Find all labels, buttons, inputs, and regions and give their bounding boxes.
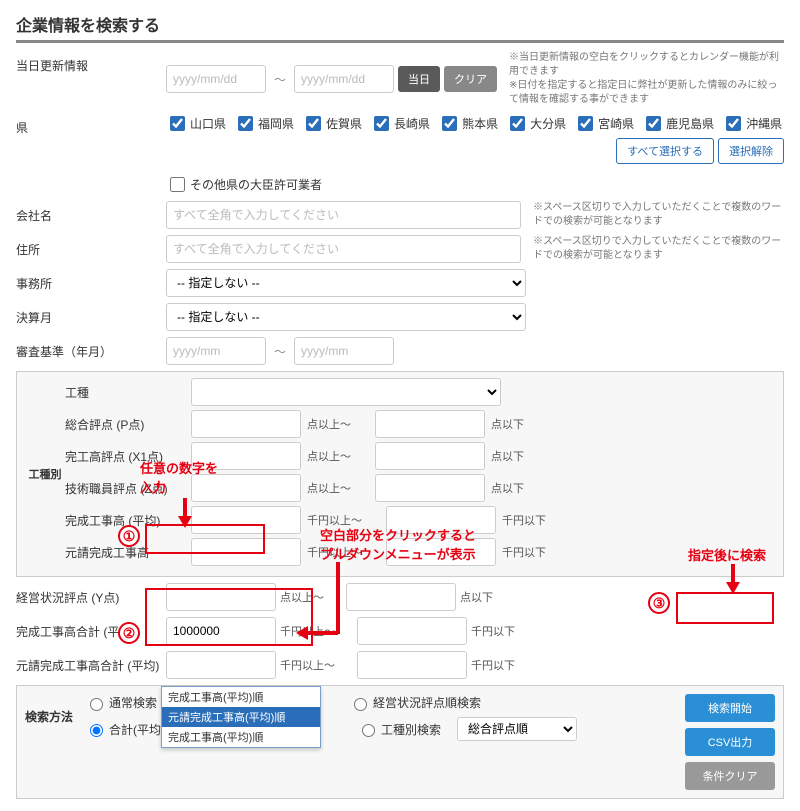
prefecture-checkbox-8[interactable]: 沖縄県 — [722, 113, 782, 134]
closing-label: 決算月 — [16, 303, 166, 326]
address-note: ※スペース区切りで入力していただくことで複数のワードでの検索が可能となります — [533, 235, 784, 263]
construction-label: 工種 — [65, 384, 185, 401]
typebox-row-0-low[interactable] — [191, 410, 301, 438]
prefecture-checkbox-0[interactable]: 山口県 — [166, 113, 226, 134]
prefecture-checkbox-2[interactable]: 佐賀県 — [302, 113, 362, 134]
pref-label: 県 — [16, 113, 166, 136]
bytype-order-select[interactable]: 総合評点順 — [457, 717, 577, 741]
below-0-high[interactable] — [346, 583, 456, 611]
typebox-row-4-low[interactable] — [191, 538, 301, 566]
prefecture-checkbox-group: 山口県 福岡県 佐賀県 長崎県 熊本県 大分県 宮崎県 鹿児島県 沖縄県 — [166, 113, 782, 134]
prefecture-checkbox-7[interactable]: 鹿児島県 — [642, 113, 714, 134]
below-label-0: 経営状況評点 (Y点) — [16, 583, 166, 606]
audit-label: 審査基準（年月） — [16, 337, 166, 360]
prefecture-checkbox-6[interactable]: 宮崎県 — [574, 113, 634, 134]
office-select[interactable]: -- 指定しない -- — [166, 269, 526, 297]
below-label-2: 元請完成工事高合計 (平均) — [16, 651, 166, 674]
tilde: ～ — [274, 71, 286, 88]
dropdown-option-3[interactable]: 完成工事高(平均)順 — [162, 727, 320, 747]
below-label-1: 完成工事高合計 (平均) — [16, 617, 166, 640]
today-button[interactable]: 当日 — [398, 66, 440, 92]
typebox-row-label-1: 完工高評点 (X1点) — [65, 448, 185, 465]
dropdown-option-2-selected[interactable]: 元請完成工事高(平均)順 — [162, 707, 320, 727]
prefecture-checkbox-5[interactable]: 大分県 — [506, 113, 566, 134]
update-date-label: 当日更新情報 — [16, 51, 166, 74]
clear-button[interactable]: 条件クリア — [685, 762, 775, 790]
update-date-from[interactable] — [166, 65, 266, 93]
typebox-row-0-high[interactable] — [375, 410, 485, 438]
typebox-row-label-3: 完成工事高 (平均) — [65, 512, 185, 529]
company-label: 会社名 — [16, 201, 166, 224]
address-input[interactable] — [166, 235, 521, 263]
address-label: 住所 — [16, 235, 166, 258]
update-date-note: ※当日更新情報の空白をクリックするとカレンダー機能が利用できます ※日付を指定す… — [509, 51, 784, 107]
update-date-to[interactable] — [294, 65, 394, 93]
radio-bytype[interactable]: 工種別検索 — [357, 721, 441, 738]
below-1-high[interactable] — [357, 617, 467, 645]
typebox-row-2-high[interactable] — [375, 474, 485, 502]
radio-mgmt[interactable]: 経営状況評点順検索 — [349, 694, 481, 711]
prefecture-checkbox-3[interactable]: 長崎県 — [370, 113, 430, 134]
below-0-low[interactable] — [166, 583, 276, 611]
select-all-button[interactable]: すべて選択する — [616, 138, 714, 164]
company-input[interactable] — [166, 201, 521, 229]
radio-normal[interactable]: 通常検索 — [85, 694, 157, 711]
typebox-row-2-low[interactable] — [191, 474, 301, 502]
typebox-row-label-0: 総合評点 (P点) — [65, 416, 185, 433]
audit-to[interactable] — [294, 337, 394, 365]
below-1-low[interactable] — [166, 617, 276, 645]
type-box-label: 工種別 — [25, 378, 65, 570]
clear-date-button[interactable]: クリア — [444, 66, 497, 92]
closing-select[interactable]: -- 指定しない -- — [166, 303, 526, 331]
page-title: 企業情報を検索する — [16, 12, 784, 43]
construction-select[interactable] — [191, 378, 501, 406]
search-button[interactable]: 検索開始 — [685, 694, 775, 722]
typebox-row-3-high[interactable] — [386, 506, 496, 534]
typebox-row-label-2: 技術職員評点 (Z点) — [65, 480, 185, 497]
company-note: ※スペース区切りで入力していただくことで複数のワードでの検索が可能となります — [533, 201, 784, 229]
other-pref-checkbox[interactable]: その他県の大臣許可業者 — [166, 174, 322, 195]
typebox-row-3-low[interactable] — [191, 506, 301, 534]
typebox-row-label-4: 元請完成工事高 — [65, 544, 185, 561]
audit-from[interactable] — [166, 337, 266, 365]
typebox-row-4-high[interactable] — [386, 538, 496, 566]
office-label: 事務所 — [16, 269, 166, 292]
csv-button[interactable]: CSV出力 — [685, 728, 775, 756]
typebox-row-1-low[interactable] — [191, 442, 301, 470]
search-method-label: 検索方法 — [25, 694, 85, 725]
prefecture-checkbox-1[interactable]: 福岡県 — [234, 113, 294, 134]
radio-total[interactable]: 合計(平均) — [85, 721, 165, 738]
below-2-low[interactable] — [166, 651, 276, 679]
typebox-row-1-high[interactable] — [375, 442, 485, 470]
below-2-high[interactable] — [357, 651, 467, 679]
prefecture-checkbox-4[interactable]: 熊本県 — [438, 113, 498, 134]
deselect-button[interactable]: 選択解除 — [718, 138, 784, 164]
total-order-dropdown[interactable]: 完成工事高(平均)順 元請完成工事高(平均)順 完成工事高(平均)順 — [161, 686, 321, 748]
dropdown-option-1[interactable]: 完成工事高(平均)順 — [162, 687, 320, 707]
